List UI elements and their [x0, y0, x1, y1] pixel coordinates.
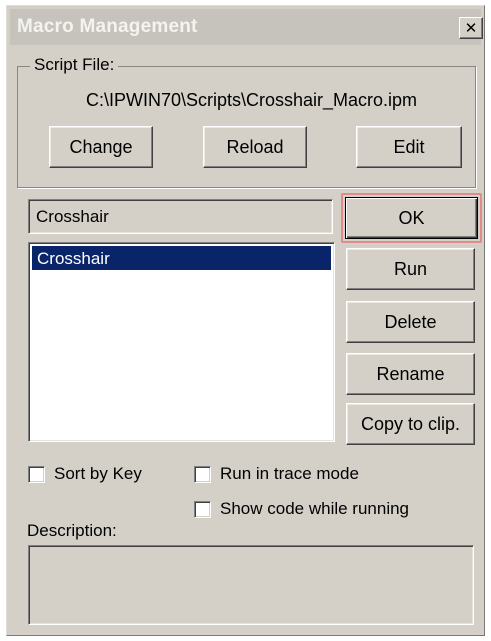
rename-button[interactable]: Rename — [346, 353, 475, 395]
close-icon: ✕ — [464, 19, 478, 37]
window-title: Macro Management — [17, 16, 198, 37]
run-in-trace-option[interactable]: Run in trace mode — [194, 464, 359, 484]
ok-button[interactable]: OK — [345, 197, 478, 239]
close-button[interactable]: ✕ — [459, 17, 483, 39]
delete-button[interactable]: Delete — [346, 301, 475, 343]
sort-by-key-option[interactable]: Sort by Key — [28, 464, 142, 484]
change-button[interactable]: Change — [49, 126, 153, 168]
show-code-option[interactable]: Show code while running — [194, 499, 409, 519]
title-bar[interactable]: Macro Management ✕ — [10, 9, 483, 45]
macro-listbox[interactable]: Crosshair — [28, 242, 335, 442]
run-button[interactable]: Run — [346, 248, 475, 290]
copy-to-clip-button[interactable]: Copy to clip. — [346, 403, 475, 445]
description-field[interactable] — [28, 545, 474, 625]
list-item-crosshair[interactable]: Crosshair — [32, 246, 331, 270]
run-in-trace-label: Run in trace mode — [220, 464, 359, 483]
show-code-checkbox[interactable] — [194, 500, 211, 518]
sort-by-key-label: Sort by Key — [54, 464, 142, 483]
script-file-label: Script File: — [30, 55, 119, 75]
description-label: Description: — [27, 521, 117, 540]
run-in-trace-checkbox[interactable] — [194, 465, 211, 483]
macro-name-field[interactable]: Crosshair — [28, 199, 333, 234]
sort-by-key-checkbox[interactable] — [28, 465, 45, 483]
reload-button[interactable]: Reload — [203, 126, 307, 168]
edit-button[interactable]: Edit — [356, 126, 462, 168]
show-code-label: Show code while running — [220, 499, 410, 518]
script-file-path: C:\IPWIN70\Scripts\Crosshair_Macro.ipm — [85, 90, 418, 110]
